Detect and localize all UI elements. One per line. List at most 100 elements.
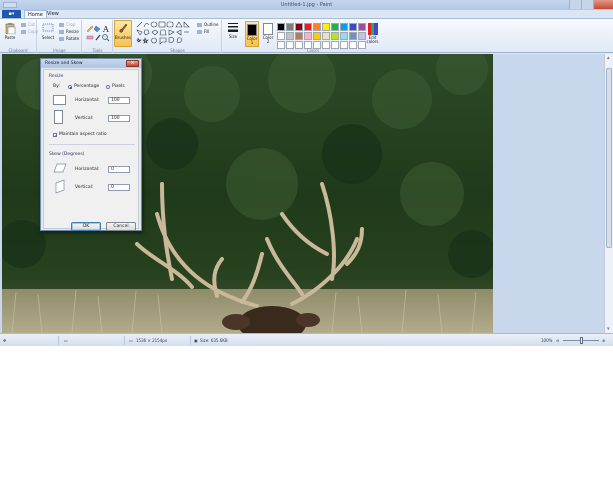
image-dimensions-icon: ▭ <box>129 338 133 343</box>
palette-swatch[interactable] <box>349 23 357 31</box>
window-controls <box>569 0 613 10</box>
percentage-radio[interactable] <box>68 85 72 89</box>
maximize-button[interactable] <box>581 0 593 9</box>
palette-swatch[interactable] <box>295 32 303 40</box>
shapes-gallery[interactable] <box>136 21 196 45</box>
edit-colors-icon <box>367 23 378 35</box>
shapes-group-label: Shapes <box>170 48 185 53</box>
close-button[interactable] <box>593 0 613 9</box>
status-separator <box>190 336 191 345</box>
paste-button[interactable]: Paste <box>1 21 19 45</box>
palette-swatch[interactable] <box>277 32 285 40</box>
tools-group-label: Tools <box>92 48 103 53</box>
copy-button[interactable]: Copy <box>21 29 38 35</box>
brush-icon <box>119 23 128 33</box>
resize-vertical-label: Vertical: <box>75 116 94 121</box>
select-button[interactable]: Select <box>39 21 57 45</box>
skew-horizontal-input[interactable]: 0 <box>108 166 130 173</box>
palette-swatch[interactable] <box>331 23 339 31</box>
status-bar: ✥ ▭ ▭ 1536 × 2154px ▣ Size: 635.6KB 100%… <box>0 333 613 346</box>
zoom-out-icon[interactable]: ⊖ <box>556 337 559 344</box>
palette-swatch[interactable] <box>340 23 348 31</box>
by-label: By: <box>53 84 60 89</box>
zoom-slider-thumb[interactable] <box>580 337 583 344</box>
fill-button[interactable]: Fill <box>197 29 209 35</box>
maintain-aspect-label: Maintain aspect ratio <box>59 132 107 137</box>
colors-group-label: Colors <box>306 48 320 53</box>
palette-swatch[interactable] <box>349 32 357 40</box>
color2-button[interactable]: Color 2 <box>261 21 275 47</box>
eraser-icon <box>86 35 94 40</box>
paint-menu-button[interactable]: ▪▾ <box>2 10 21 18</box>
fill-icon <box>93 25 101 33</box>
zoom-slider[interactable] <box>563 337 599 344</box>
scroll-up-icon[interactable]: ▴ <box>607 56 611 61</box>
clipboard-group-label: Clipboard <box>8 48 28 53</box>
rotate-button[interactable]: Rotate <box>59 36 79 42</box>
palette-swatch[interactable] <box>340 32 348 40</box>
size-button[interactable]: Size <box>224 20 242 44</box>
dialog-body: Resize By: Percentage Pixels Horizontal:… <box>43 69 139 231</box>
vertical-scrollbar[interactable]: ▴ ▾ <box>604 54 613 333</box>
scroll-thumb[interactable] <box>606 68 612 248</box>
ribbon: Paste Cut Copy Clipboard Select Crop Res… <box>0 18 613 53</box>
color2-swatch <box>263 23 273 35</box>
maintain-aspect-checkbox[interactable]: ✓ <box>53 133 57 138</box>
palette-swatch[interactable] <box>313 23 321 31</box>
palette-swatch[interactable] <box>322 23 330 31</box>
window-title: Untitled-1.jpg - Paint <box>280 2 333 8</box>
image-dimensions: 1536 × 2154px <box>136 338 168 343</box>
cancel-button[interactable]: Cancel <box>106 222 136 231</box>
dialog-close-button[interactable]: × <box>126 60 139 67</box>
crop-button[interactable]: Crop <box>59 22 75 28</box>
crop-icon <box>59 23 64 27</box>
clipboard-icon <box>5 23 16 34</box>
colors-group: Color 1 Color 2 Edit colors Colors <box>244 20 382 53</box>
skew-vertical-icon <box>55 179 65 194</box>
minimize-button[interactable] <box>569 0 581 9</box>
pixels-label: Pixels <box>112 84 125 89</box>
section-divider <box>49 144 135 145</box>
resize-skew-dialog: Resize and Skew × Resize By: Percentage … <box>40 58 142 231</box>
scroll-down-icon[interactable]: ▾ <box>607 327 611 332</box>
tab-view[interactable]: View <box>44 10 62 18</box>
palette-swatch[interactable] <box>304 23 312 31</box>
zoom-level: 100% <box>541 338 553 343</box>
palette-swatch[interactable] <box>286 32 294 40</box>
ok-button[interactable]: OK <box>71 222 101 231</box>
tools-icons: A <box>86 25 110 42</box>
pixels-radio[interactable] <box>106 85 110 89</box>
color-palette[interactable] <box>277 23 366 49</box>
resize-icon <box>59 30 64 34</box>
palette-swatch[interactable] <box>322 32 330 40</box>
vertical-resize-icon <box>54 110 63 124</box>
ribbon-tabs: ▪▾ Home View <box>0 10 613 18</box>
selection-size-icon: ▭ <box>64 338 68 343</box>
image-group-label: Image <box>53 48 66 53</box>
skew-horizontal-icon <box>53 163 67 173</box>
resize-vertical-input[interactable]: 100 <box>108 115 130 122</box>
palette-swatch[interactable] <box>295 23 303 31</box>
palette-swatch[interactable] <box>277 23 285 31</box>
edit-colors-button[interactable]: Edit colors <box>365 21 380 47</box>
palette-swatch[interactable] <box>313 32 321 40</box>
pencil-icon <box>86 25 94 33</box>
cut-button[interactable]: Cut <box>21 22 35 28</box>
brushes-button[interactable]: Brushes <box>114 20 132 47</box>
palette-swatch[interactable] <box>331 32 339 40</box>
scissors-icon <box>21 23 26 27</box>
skew-vertical-input[interactable]: 0 <box>108 184 130 191</box>
zoom-in-icon[interactable]: ⊕ <box>602 337 605 344</box>
palette-swatch[interactable] <box>304 32 312 40</box>
skew-horizontal-label: Horizontal: <box>75 167 100 172</box>
resize-button[interactable]: Resize <box>59 29 79 35</box>
percentage-label: Percentage <box>74 84 100 89</box>
color-picker-icon <box>95 34 101 41</box>
palette-swatch[interactable] <box>286 23 294 31</box>
outline-button[interactable]: Outline <box>197 22 218 28</box>
image-group: Select Crop Resize Rotate Image <box>38 20 82 53</box>
shapes-group: Outline Fill Shapes <box>134 20 222 53</box>
resize-horizontal-input[interactable]: 100 <box>108 97 130 104</box>
line-size-icon <box>228 23 238 32</box>
color1-button[interactable]: Color 1 <box>245 21 259 47</box>
